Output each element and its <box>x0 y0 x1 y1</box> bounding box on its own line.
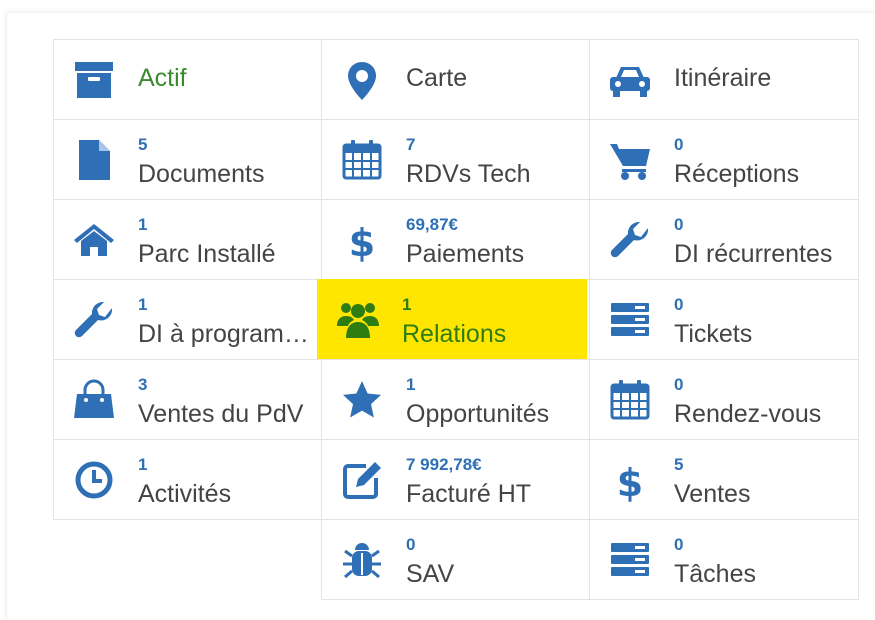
tile-count: 1 <box>406 375 416 394</box>
tile-count: 0 <box>674 135 684 154</box>
tile-label: RDVs Tech <box>406 160 531 188</box>
tile-parc-installe[interactable]: 1 Parc Installé <box>53 199 323 280</box>
tile-label: DI à program… <box>138 320 309 348</box>
tile-sav[interactable]: 0 SAV <box>321 519 591 600</box>
tile-paiements[interactable]: $ 69,87€ Paiements <box>321 199 591 280</box>
wrench-icon <box>72 298 116 342</box>
tile-label: Facturé HT <box>406 480 532 508</box>
car-icon <box>608 58 652 102</box>
server-icon <box>608 298 652 342</box>
tile-label: Paiements <box>406 240 525 268</box>
tile-label: SAV <box>406 560 455 588</box>
tile-count: 0 <box>674 375 684 394</box>
tile-documents[interactable]: 5 Documents <box>53 119 323 200</box>
tile-di-recurrentes[interactable]: 0 DI récurrentes <box>589 199 859 280</box>
tile-label: Ventes du PdV <box>138 400 304 428</box>
tile-label: Parc Installé <box>138 240 276 268</box>
wrench-icon <box>608 218 652 262</box>
tile-taches[interactable]: 0 Tâches <box>589 519 859 600</box>
tile-tickets[interactable]: 0 Tickets <box>589 279 859 360</box>
tile-relations[interactable]: 1 Relations <box>317 279 587 360</box>
tile-label: Documents <box>138 160 265 188</box>
users-icon <box>336 298 380 342</box>
tile-label: Itinéraire <box>674 64 772 92</box>
app-frame: Actif Carte Itinéraire 5 Documents 7 RDV… <box>0 0 875 620</box>
tile-label: Tickets <box>674 320 753 348</box>
tile-itineraire[interactable]: Itinéraire <box>589 39 859 120</box>
tile-count: 0 <box>674 535 684 554</box>
tile-rendez-vous[interactable]: 0 Rendez-vous <box>589 359 859 440</box>
svg-text:$: $ <box>617 461 643 502</box>
tile-count: 1 <box>138 295 148 314</box>
tile-count: 5 <box>138 135 148 154</box>
tile-count: 0 <box>406 535 416 554</box>
tile-di-a-programmer[interactable]: 1 DI à program… <box>53 279 323 360</box>
tile-count: 1 <box>138 215 148 234</box>
archive-box-icon <box>72 58 116 102</box>
tile-ventes[interactable]: $ 5 Ventes <box>589 439 859 520</box>
tile-count: 5 <box>674 455 684 474</box>
calendar-icon <box>340 138 384 182</box>
tile-count: 1 <box>138 455 148 474</box>
star-icon <box>340 378 384 422</box>
calendar-icon <box>608 378 652 422</box>
document-icon <box>72 138 116 182</box>
tile-label: Actif <box>138 64 187 92</box>
tile-count: 0 <box>674 215 684 234</box>
tile-label: Opportunités <box>406 400 550 428</box>
tile-grid: Actif Carte Itinéraire 5 Documents 7 RDV… <box>53 39 860 601</box>
tile-label: Ventes <box>674 480 751 508</box>
tile-opportunites[interactable]: 1 Opportunités <box>321 359 591 440</box>
tile-label: Activités <box>138 480 232 508</box>
tile-ventes-du-pdv[interactable]: 3 Ventes du PdV <box>53 359 323 440</box>
cart-icon <box>608 138 652 182</box>
tile-label: Rendez-vous <box>674 400 822 428</box>
shopping-bag-icon <box>72 378 116 422</box>
edit-icon <box>340 458 384 502</box>
dollar-icon: $ <box>608 458 652 502</box>
tile-receptions[interactable]: 0 Réceptions <box>589 119 859 200</box>
tile-carte[interactable]: Carte <box>321 39 591 120</box>
tile-count: 1 <box>402 295 412 314</box>
map-marker-icon <box>340 58 384 102</box>
tile-label: Tâches <box>674 560 756 588</box>
tile-facture-ht[interactable]: 7 992,78€ Facturé HT <box>321 439 591 520</box>
svg-text:$: $ <box>349 221 375 262</box>
home-icon <box>72 218 116 262</box>
tile-label: Relations <box>402 320 507 348</box>
tile-count: 7 992,78€ <box>406 455 482 474</box>
tile-count: 0 <box>674 295 684 314</box>
tile-label: DI récurrentes <box>674 240 833 268</box>
dollar-icon: $ <box>340 218 384 262</box>
tile-count: 69,87€ <box>406 215 458 234</box>
bug-icon <box>340 538 384 582</box>
tile-actif[interactable]: Actif <box>53 39 323 120</box>
tile-label: Carte <box>406 64 468 92</box>
tile-activites[interactable]: 1 Activités <box>53 439 323 520</box>
tile-count: 3 <box>138 375 148 394</box>
clock-icon <box>72 458 116 502</box>
tile-label: Réceptions <box>674 160 800 188</box>
tile-count: 7 <box>406 135 416 154</box>
tile-rdvs-tech[interactable]: 7 RDVs Tech <box>321 119 591 200</box>
server-icon <box>608 538 652 582</box>
